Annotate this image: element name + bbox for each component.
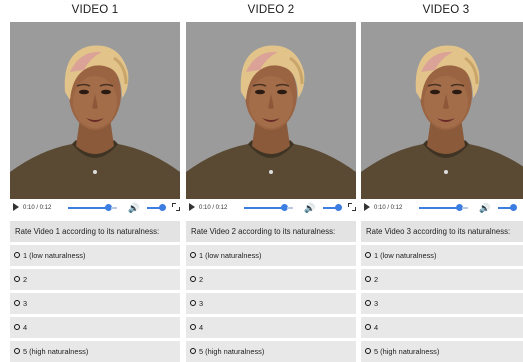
progress-played <box>244 207 284 209</box>
video-title: VIDEO 3 <box>422 4 470 16</box>
radio-icon[interactable] <box>14 252 20 259</box>
rating-option-label: 1 (low naturalness) <box>23 251 86 260</box>
rating-option[interactable]: 3 <box>361 293 523 314</box>
rating-option[interactable]: 1 (low naturalness) <box>361 245 523 266</box>
rating-question: Rate Video 3 according to its naturalnes… <box>361 221 523 242</box>
rating-option-label: 1 (low naturalness) <box>199 251 262 260</box>
rating-option-label: 3 <box>23 299 28 308</box>
rating-option[interactable]: 2 <box>361 269 523 290</box>
rating-option-label: 3 <box>199 299 204 308</box>
volume-knob[interactable] <box>510 204 517 211</box>
rating-option-label: 4 <box>23 323 28 332</box>
volume-knob[interactable] <box>159 204 166 211</box>
rating-option-label: 4 <box>199 323 204 332</box>
fullscreen-icon[interactable] <box>348 203 356 211</box>
radio-icon[interactable] <box>190 276 196 283</box>
video-controls: 0:10 / 0:12 🔊 <box>186 199 356 217</box>
rating-option-label: 5 (high naturalness) <box>199 347 265 356</box>
radio-icon[interactable] <box>190 252 196 259</box>
radio-icon[interactable] <box>190 300 196 307</box>
time-display: 0:10 / 0:12 <box>23 205 52 211</box>
progress-remaining <box>111 207 117 209</box>
rating-question: Rate Video 1 according to its naturalnes… <box>10 221 180 242</box>
radio-icon[interactable] <box>365 276 371 283</box>
rating-option-label: 1 (low naturalness) <box>374 251 437 260</box>
radio-icon[interactable] <box>365 252 371 259</box>
rating-option[interactable]: 3 <box>186 293 356 314</box>
radio-icon[interactable] <box>190 324 196 331</box>
play-icon[interactable] <box>189 203 195 211</box>
rating-option-label: 2 <box>23 275 28 284</box>
radio-icon[interactable] <box>14 324 20 331</box>
play-icon[interactable] <box>13 203 19 211</box>
video-controls: 0:10 / 0:12 🔊 <box>10 199 180 217</box>
progress-played <box>419 207 459 209</box>
play-icon[interactable] <box>364 203 370 211</box>
rating-option[interactable]: 5 (high naturalness) <box>361 341 523 362</box>
avatar-video-frame <box>10 22 180 199</box>
time-display: 0:10 / 0:12 <box>199 205 228 211</box>
volume-icon[interactable]: 🔊 <box>128 203 139 213</box>
rating-option-label: 5 (high naturalness) <box>23 347 89 356</box>
rating-option-label: 3 <box>374 299 379 308</box>
rating-option[interactable]: 2 <box>10 269 180 290</box>
rating-option[interactable]: 4 <box>361 317 523 338</box>
video-player[interactable] <box>361 22 523 199</box>
rating-option[interactable]: 1 (low naturalness) <box>10 245 180 266</box>
rating-option[interactable]: 1 (low naturalness) <box>186 245 356 266</box>
radio-icon[interactable] <box>365 324 371 331</box>
rating-option-label: 4 <box>374 323 379 332</box>
rating-option[interactable]: 5 (high naturalness) <box>186 341 356 362</box>
volume-icon[interactable]: 🔊 <box>304 203 315 213</box>
rating-option[interactable]: 2 <box>186 269 356 290</box>
rating-option-label: 2 <box>199 275 204 284</box>
radio-icon[interactable] <box>365 300 371 307</box>
progress-remaining <box>287 207 293 209</box>
radio-icon[interactable] <box>190 348 196 355</box>
video-controls: 0:10 / 0:12 🔊 <box>361 199 523 217</box>
volume-icon[interactable]: 🔊 <box>479 203 490 213</box>
rating-option[interactable]: 3 <box>10 293 180 314</box>
avatar-video-frame <box>186 22 356 199</box>
fullscreen-icon[interactable] <box>172 203 180 211</box>
rating-option[interactable]: 4 <box>10 317 180 338</box>
rating-option[interactable]: 5 (high naturalness) <box>10 341 180 362</box>
avatar-video-frame <box>361 22 523 199</box>
radio-icon[interactable] <box>365 348 371 355</box>
video-player[interactable] <box>10 22 180 199</box>
rating-option-label: 2 <box>374 275 379 284</box>
video-column-1: VIDEO 1 0:10 / 0:12 🔊 Rate Video 1 accor… <box>10 0 180 362</box>
progress-played <box>68 207 108 209</box>
video-column-2: VIDEO 2 0:10 / 0:12 🔊 Rate Video 2 accor… <box>186 0 356 362</box>
rating-option[interactable]: 4 <box>186 317 356 338</box>
video-title: VIDEO 2 <box>247 4 295 16</box>
radio-icon[interactable] <box>14 300 20 307</box>
video-player[interactable] <box>186 22 356 199</box>
radio-icon[interactable] <box>14 276 20 283</box>
volume-knob[interactable] <box>335 204 342 211</box>
rating-question: Rate Video 2 according to its naturalnes… <box>186 221 356 242</box>
time-display: 0:10 / 0:12 <box>374 205 403 211</box>
video-title: VIDEO 1 <box>71 4 119 16</box>
progress-remaining <box>462 207 468 209</box>
rating-option-label: 5 (high naturalness) <box>374 347 440 356</box>
video-column-3: VIDEO 3 0:10 / 0:12 🔊 Rate Video 3 accor… <box>361 0 523 362</box>
radio-icon[interactable] <box>14 348 20 355</box>
